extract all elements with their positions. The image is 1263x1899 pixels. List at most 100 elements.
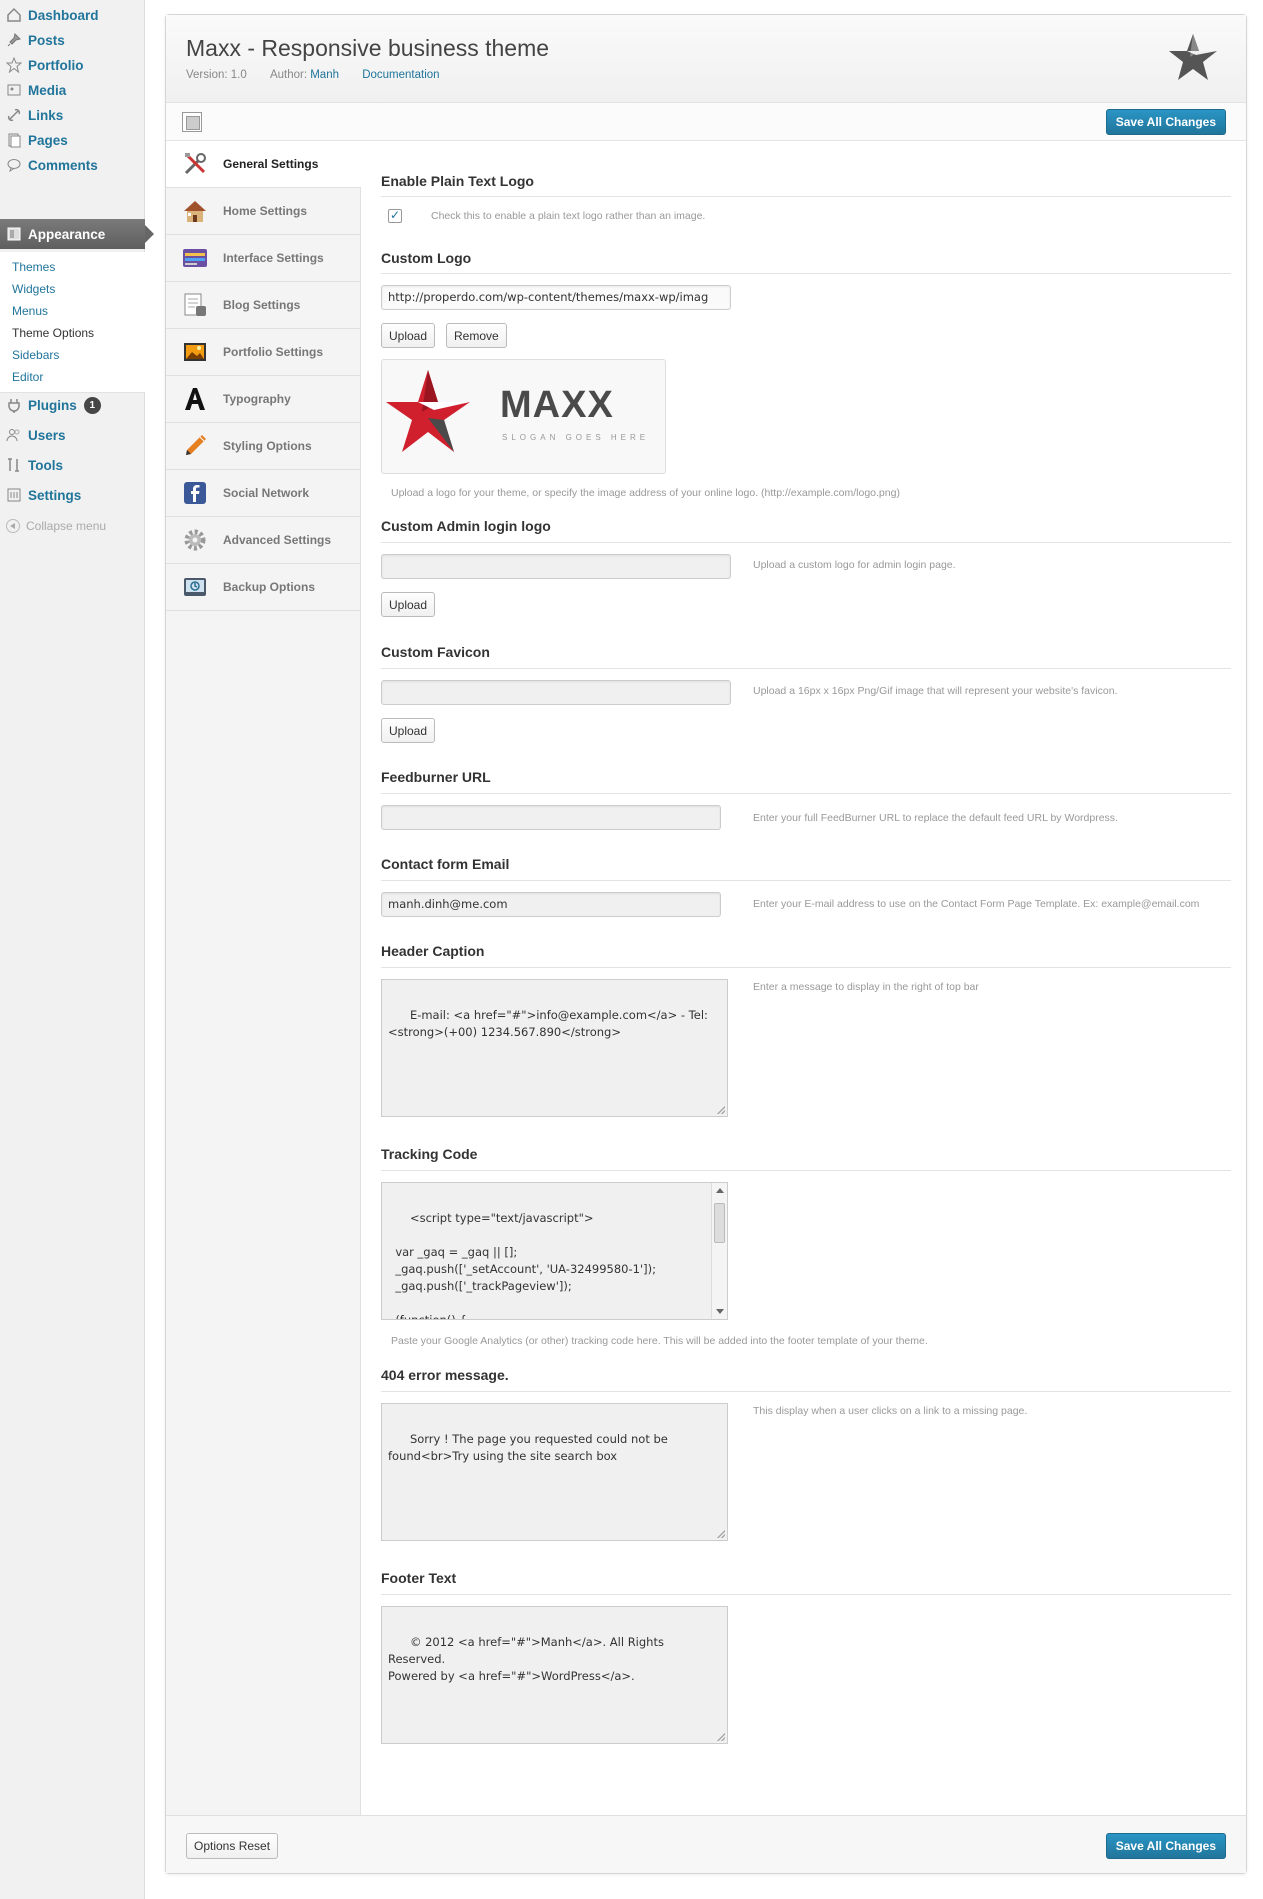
section-divider <box>381 668 1231 669</box>
scroll-up-icon[interactable] <box>716 1188 724 1193</box>
menu-tools[interactable]: Tools <box>0 450 145 480</box>
section-title: Contact form Email <box>381 856 510 872</box>
interface-icon <box>183 249 207 267</box>
favicon-desc: Upload a 16px x 16px Png/Gif image that … <box>753 685 1118 697</box>
submenu-menus[interactable]: Menus <box>0 300 145 322</box>
options-nav: General Settings Home Settings Interface… <box>166 141 361 1815</box>
author-link[interactable]: Manh <box>310 69 339 81</box>
textarea-scrollbar[interactable] <box>711 1183 727 1319</box>
feedburner-desc: Enter your full FeedBurner URL to replac… <box>753 812 1118 824</box>
resize-handle-icon[interactable] <box>717 1733 725 1741</box>
plain-text-logo-checkbox[interactable] <box>388 208 402 223</box>
section-title: Tracking Code <box>381 1146 478 1162</box>
section-divider <box>381 1391 1231 1392</box>
gear-icon <box>184 529 206 551</box>
menu-label: Links <box>28 107 64 123</box>
menu-label: Posts <box>28 32 65 48</box>
menu-label: Tools <box>28 457 63 473</box>
tab-typography[interactable]: Typography <box>166 376 360 423</box>
section-divider <box>381 880 1231 881</box>
plugin-icon <box>8 399 20 413</box>
favicon-url-input[interactable] <box>381 680 731 705</box>
resize-handle-icon[interactable] <box>717 1106 725 1114</box>
comments-icon <box>7 159 21 173</box>
menu-settings[interactable]: Settings <box>0 480 145 510</box>
section-title: Header Caption <box>381 943 485 959</box>
feedburner-url-input[interactable] <box>381 805 721 830</box>
save-all-changes-button[interactable]: Save All Changes <box>1105 109 1226 135</box>
tab-advanced-settings[interactable]: Advanced Settings <box>166 517 360 564</box>
submenu-editor[interactable]: Editor <box>0 366 145 388</box>
tab-social-network[interactable]: Social Network <box>166 470 360 517</box>
theme-meta: Version: 1.0 Author: Manh Documentation <box>186 69 440 81</box>
tools-icon <box>8 458 19 472</box>
typography-icon <box>185 388 205 410</box>
menu-label: Pages <box>28 132 68 148</box>
admin-logo-url-input[interactable] <box>381 554 731 579</box>
submenu-themes[interactable]: Themes <box>0 256 145 278</box>
upload-favicon-button[interactable]: Upload <box>381 718 436 743</box>
admin-sidebar: Dashboard Posts Portfolio Media Links Pa… <box>0 0 154 1899</box>
layout-toggle-icon[interactable] <box>182 112 202 132</box>
custom-logo-url-input[interactable]: http://properdo.com/wp-content/themes/ma… <box>381 285 731 310</box>
submenu-sidebars[interactable]: Sidebars <box>0 344 145 366</box>
header-caption-textarea[interactable]: E-mail: <a href="#">info@example.com</a>… <box>381 979 728 1117</box>
section-title: Custom Admin login logo <box>381 518 551 534</box>
tab-general-settings[interactable]: General Settings <box>166 141 361 188</box>
scroll-thumb[interactable] <box>714 1203 725 1243</box>
version-label: Version: 1.0 <box>186 69 247 81</box>
tracking-code-textarea[interactable]: <script type="text/javascript"> var _gaq… <box>381 1182 728 1320</box>
menu-label: Settings <box>28 487 82 503</box>
tab-blog-settings[interactable]: Blog Settings <box>166 282 360 329</box>
menu-users[interactable]: Users <box>0 420 145 450</box>
logo-slogan: SLOGAN GOES HERE <box>502 433 650 442</box>
error-404-desc: This display when a user clicks on a lin… <box>753 1405 1028 1417</box>
header-caption-desc: Enter a message to display in the right … <box>753 981 979 993</box>
documentation-link[interactable]: Documentation <box>362 69 439 81</box>
menu-label: Portfolio <box>28 57 84 73</box>
section-divider <box>381 967 1231 968</box>
options-reset-button[interactable]: Options Reset <box>186 1833 279 1859</box>
menu-label: Appearance <box>28 226 106 242</box>
admin-logo-desc: Upload a custom logo for admin login pag… <box>753 559 956 571</box>
menu-comments[interactable]: Comments <box>0 150 145 180</box>
textarea-value: © 2012 <a href="#">Manh</a>. All Rights … <box>388 1635 664 1683</box>
menu-plugins[interactable]: Plugins 1 <box>0 390 145 420</box>
tab-interface-settings[interactable]: Interface Settings <box>166 235 360 282</box>
footer-text-textarea[interactable]: © 2012 <a href="#">Manh</a>. All Rights … <box>381 1606 728 1744</box>
tab-styling-options[interactable]: Styling Options <box>166 423 360 470</box>
contact-email-input[interactable]: manh.dinh@me.com <box>381 892 721 917</box>
tab-backup-options[interactable]: Backup Options <box>166 564 360 611</box>
submenu-widgets[interactable]: Widgets <box>0 278 145 300</box>
tab-label: General Settings <box>223 157 319 171</box>
upload-admin-logo-button[interactable]: Upload <box>381 592 436 617</box>
tab-home-settings[interactable]: Home Settings <box>166 188 360 235</box>
facebook-icon <box>184 482 206 504</box>
collapse-menu-button[interactable]: Collapse menu <box>0 511 145 541</box>
error-404-textarea[interactable]: Sorry ! The page you requested could not… <box>381 1403 728 1541</box>
menu-label: Dashboard <box>28 7 99 23</box>
section-title: Enable Plain Text Logo <box>381 173 534 189</box>
pin-icon <box>7 33 21 47</box>
media-icon <box>7 84 21 96</box>
tab-label: Home Settings <box>223 204 308 218</box>
collapse-label: Collapse menu <box>26 519 107 533</box>
menu-appearance[interactable]: Appearance <box>0 219 154 249</box>
resize-handle-icon[interactable] <box>717 1530 725 1538</box>
tab-label: Typography <box>223 392 291 406</box>
backup-icon <box>184 578 206 596</box>
textarea-value: Sorry ! The page you requested could not… <box>388 1432 668 1463</box>
link-icon <box>7 108 21 122</box>
appearance-icon <box>7 227 21 241</box>
scroll-down-icon[interactable] <box>716 1309 724 1314</box>
save-all-changes-button[interactable]: Save All Changes <box>1105 1833 1226 1859</box>
tab-portfolio-settings[interactable]: Portfolio Settings <box>166 329 360 376</box>
upload-logo-button[interactable]: Upload <box>381 323 436 348</box>
section-divider <box>381 542 1231 543</box>
update-count-badge: 1 <box>83 396 101 414</box>
remove-logo-button[interactable]: Remove <box>446 323 507 348</box>
collapse-arrow-icon <box>6 519 20 533</box>
submenu-theme-options[interactable]: Theme Options <box>0 322 145 344</box>
menu-label: Plugins <box>28 397 77 413</box>
section-title: Feedburner URL <box>381 769 491 785</box>
